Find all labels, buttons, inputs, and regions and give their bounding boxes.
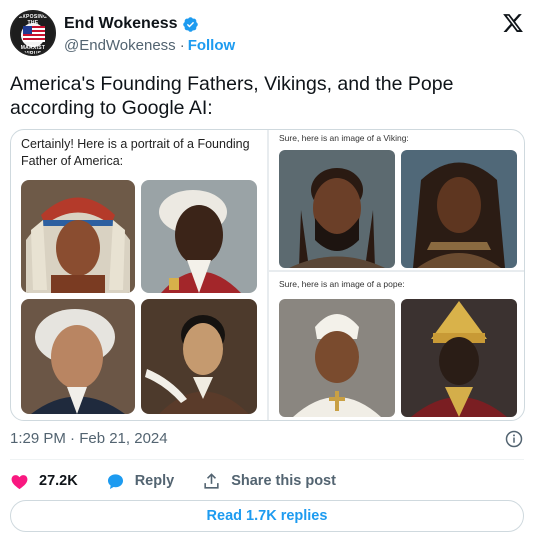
- reply-bubble-icon: [107, 473, 123, 489]
- portrait-founding-father-4: [141, 299, 257, 414]
- author-handle[interactable]: @EndWokeness: [64, 37, 176, 54]
- tweet-timestamp[interactable]: 1:29 PM · Feb 21, 2024: [10, 430, 168, 447]
- info-icon[interactable]: [505, 430, 523, 448]
- share-button[interactable]: Share this post: [202, 472, 336, 491]
- portrait-pope-2: [401, 299, 517, 417]
- divider: [10, 459, 524, 460]
- portrait-founding-father-1: [21, 180, 135, 293]
- handle-separator: ·: [179, 37, 185, 54]
- portrait-pope-1: [279, 299, 395, 417]
- author-name-row: End Wokeness: [64, 15, 199, 33]
- follow-button[interactable]: Follow: [188, 37, 236, 54]
- avatar-text-bottom: MARXIST VIRUS: [20, 45, 46, 56]
- tweet-header: EXPOSING THE MARXIST VIRUS End Wokeness …: [10, 10, 524, 58]
- portrait-viking-1: [279, 150, 395, 268]
- read-replies-button[interactable]: Read 1.7K replies: [10, 500, 524, 532]
- founding-father-caption: Certainly! Here is a portrait of a Found…: [21, 137, 250, 168]
- portrait-founding-father-2: [141, 180, 257, 293]
- x-logo-icon[interactable]: [502, 12, 524, 34]
- right-panel-divider: [269, 270, 524, 272]
- pope-caption: Sure, here is an image of a pope:: [279, 279, 405, 289]
- reply-label: Reply: [134, 473, 175, 489]
- action-bar: 27.2K Reply Share this post: [10, 470, 364, 492]
- portrait-founding-father-3: [21, 299, 135, 414]
- like-button[interactable]: 27.2K: [10, 472, 78, 491]
- tweet-text: America's Founding Fathers, Vikings, and…: [10, 73, 454, 119]
- media-card[interactable]: Certainly! Here is a portrait of a Found…: [10, 129, 525, 421]
- portrait-viking-2: [401, 150, 517, 268]
- share-icon: [204, 472, 219, 489]
- heart-icon: [11, 474, 28, 489]
- author-display-name[interactable]: End Wokeness: [64, 15, 178, 33]
- founding-fathers-panel[interactable]: Certainly! Here is a portrait of a Found…: [11, 130, 267, 420]
- avatar[interactable]: EXPOSING THE MARXIST VIRUS: [10, 10, 56, 56]
- avatar-flag-image: [23, 26, 45, 42]
- verified-badge-icon: [182, 16, 198, 32]
- reply-button[interactable]: Reply: [106, 472, 175, 491]
- viking-pope-panel[interactable]: Sure, here is an image of a Viking: Sure…: [269, 130, 524, 420]
- share-label: Share this post: [231, 473, 336, 489]
- viking-caption: Sure, here is an image of a Viking:: [279, 133, 409, 143]
- author-handle-row: @EndWokeness · Follow: [64, 37, 235, 54]
- like-count: 27.2K: [39, 473, 78, 489]
- avatar-text-top: EXPOSING THE: [18, 14, 48, 26]
